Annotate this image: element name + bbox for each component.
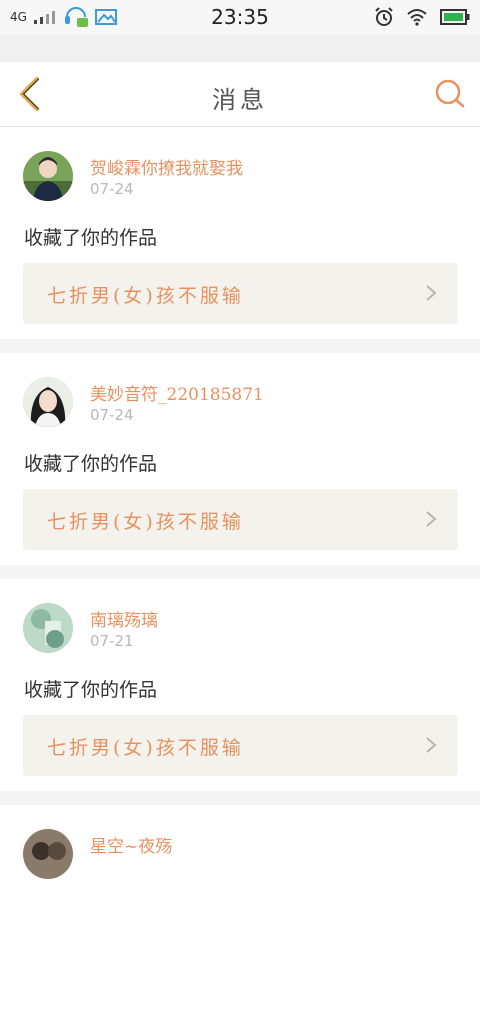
work-link[interactable]: 七折男(女)孩不服输 [23,715,458,776]
status-right [374,6,470,28]
work-title: 七折男(女)孩不服输 [47,511,244,533]
notification-item[interactable]: 美妙音符_220185871 07-24 收藏了你的作品 七折男(女)孩不服输 [0,353,480,565]
username[interactable]: 星空~夜殇 [90,832,172,857]
search-button[interactable] [432,76,468,112]
username[interactable]: 贺峻霖你撩我就娶我 [90,154,243,179]
work-link[interactable]: 七折男(女)孩不服输 [23,263,458,324]
chevron-right-icon [426,511,437,527]
date: 07-24 [90,406,134,424]
avatar[interactable] [23,151,73,201]
chevron-right-icon [426,737,437,753]
action-text: 收藏了你的作品 [24,227,158,249]
work-title: 七折男(女)孩不服输 [47,737,244,759]
action-text: 收藏了你的作品 [24,679,158,701]
battery-icon [440,9,470,25]
top-strip [0,34,480,62]
chevron-right-icon [426,285,437,301]
avatar[interactable] [23,377,73,427]
search-icon [435,79,465,108]
alarm-icon [375,7,393,26]
avatar[interactable] [23,603,73,653]
username[interactable]: 美妙音符_220185871 [90,380,264,405]
notification-item[interactable]: 星空~夜殇 [0,805,480,1017]
wifi-icon [407,9,427,26]
username[interactable]: 南璃殇璃 [90,606,158,631]
notification-item[interactable]: 贺峻霖你撩我就娶我 07-24 收藏了你的作品 七折男(女)孩不服输 [0,127,480,339]
date: 07-21 [90,632,134,650]
nav-bar: 消息 [0,62,480,127]
action-text: 收藏了你的作品 [24,453,158,475]
work-link[interactable]: 七折男(女)孩不服输 [23,489,458,550]
avatar[interactable] [23,829,73,879]
notification-item[interactable]: 南璃殇璃 07-21 收藏了你的作品 七折男(女)孩不服输 [0,579,480,791]
status-bar: 4G 23:35 [0,0,480,34]
date: 07-24 [90,180,134,198]
work-title: 七折男(女)孩不服输 [47,285,244,307]
page-title: 消息 [212,86,268,114]
